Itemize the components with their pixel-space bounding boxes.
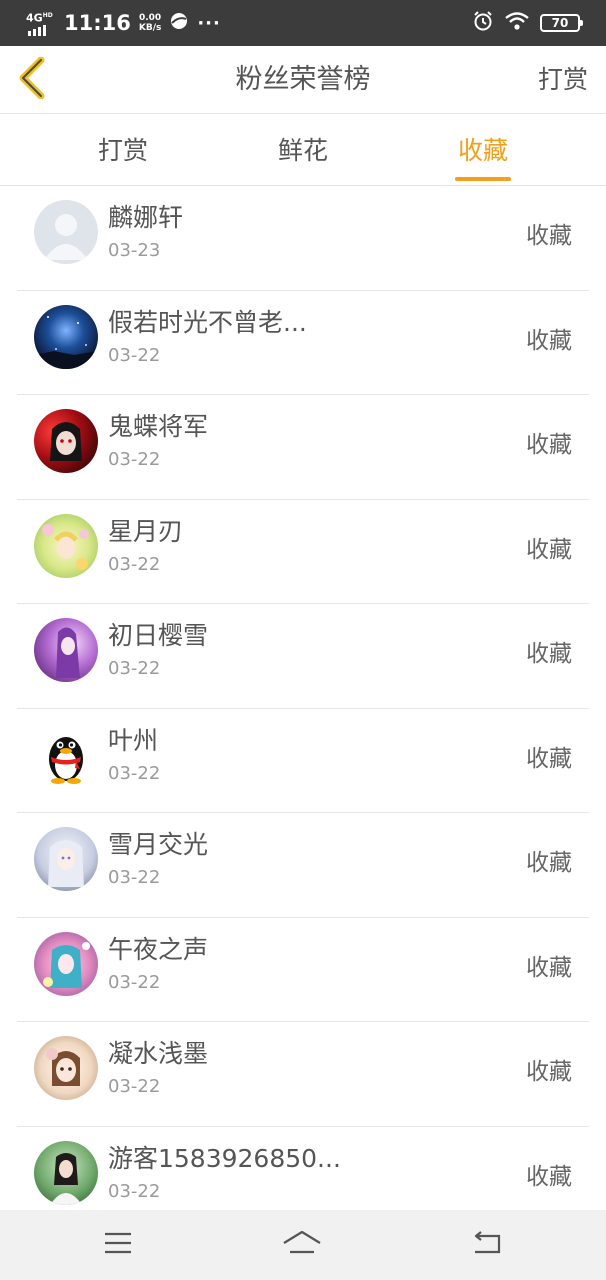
wifi-icon: [504, 11, 530, 35]
list-item[interactable]: 麟娜轩 03-23 收藏: [0, 186, 606, 291]
list-item[interactable]: 叶州 03-22 收藏: [0, 709, 606, 813]
status-time: 11:16: [64, 11, 131, 35]
fan-name: 雪月交光: [108, 830, 209, 859]
avatar[interactable]: [34, 722, 98, 787]
system-nav-bar: [0, 1210, 606, 1280]
avatar[interactable]: [34, 827, 98, 891]
browser-icon: [169, 11, 189, 35]
fan-date: 03-22: [108, 658, 161, 679]
page-title: 粉丝荣誉榜: [235, 64, 371, 95]
battery-icon: 70: [540, 14, 583, 32]
fan-list: 麟娜轩 03-23 收藏 假若时光不曾老... 03-22 收藏 鬼蝶将军 03…: [0, 186, 606, 1210]
list-item[interactable]: 游客1583926850... 03-22 收藏: [0, 1127, 606, 1211]
status-right: 70: [472, 10, 583, 36]
qq-penguin-icon: [49, 736, 83, 784]
list-item[interactable]: 凝水浅墨 03-22 收藏: [0, 1022, 606, 1127]
avatar[interactable]: [34, 304, 98, 369]
fan-date: 03-22: [108, 344, 161, 366]
fan-date: 03-22: [108, 867, 161, 888]
fan-name: 鬼蝶将军: [108, 412, 209, 441]
home-icon: [282, 1230, 322, 1260]
list-item[interactable]: 假若时光不曾老... 03-22 收藏: [0, 291, 606, 395]
network-speed: 0.00 KB/s: [138, 13, 162, 33]
avatar[interactable]: [34, 200, 98, 264]
fan-name: 凝水浅墨: [108, 1039, 209, 1068]
app-header: 粉丝荣誉榜 打赏: [0, 46, 606, 114]
fan-date: 03-22: [108, 762, 161, 784]
fan-name: 麟娜轩: [108, 203, 184, 232]
avatar[interactable]: [34, 409, 98, 473]
fan-name: 叶州: [108, 725, 159, 755]
avatar[interactable]: [34, 931, 98, 996]
back-icon: [471, 1230, 503, 1260]
fan-action-type: 收藏: [526, 327, 572, 354]
fan-date: 03-22: [108, 553, 161, 575]
active-tab-indicator: [455, 177, 511, 181]
back-chevron-icon: [17, 56, 47, 103]
fan-name: 游客1583926850...: [108, 1143, 341, 1173]
fan-action-type: 收藏: [526, 745, 572, 772]
list-item[interactable]: 星月刃 03-22 收藏: [0, 500, 606, 604]
avatar[interactable]: [34, 1036, 98, 1100]
status-bar: 4GHD 11:16 0.00 KB/s ··· 70: [0, 0, 606, 46]
tab-reward[interactable]: 打赏: [63, 115, 183, 186]
fan-action-type: 收藏: [526, 850, 572, 876]
fan-date: 03-22: [108, 1076, 161, 1097]
fan-action-type: 收藏: [526, 1163, 572, 1190]
list-item[interactable]: 鬼蝶将军 03-22 收藏: [0, 395, 606, 500]
fan-name: 初日樱雪: [108, 621, 209, 650]
back-button[interactable]: [10, 54, 54, 106]
tab-flowers[interactable]: 鲜花: [243, 115, 363, 186]
fan-date: 03-22: [108, 449, 161, 470]
fan-action-type: 收藏: [526, 641, 572, 667]
fan-name: 星月刃: [108, 516, 184, 546]
home-button[interactable]: [282, 1228, 322, 1262]
fan-action-type: 收藏: [526, 954, 572, 981]
fan-action-type: 收藏: [526, 536, 572, 563]
fan-name: 假若时光不曾老...: [108, 307, 307, 337]
fan-name: 午夜之声: [108, 934, 209, 964]
fan-action-type: 收藏: [526, 223, 572, 249]
menu-button[interactable]: [98, 1228, 138, 1262]
fan-action-type: 收藏: [526, 432, 572, 458]
signal-icon: 4GHD: [26, 10, 56, 36]
avatar[interactable]: [34, 618, 98, 682]
more-notifications: ···: [197, 12, 221, 34]
list-item[interactable]: 雪月交光 03-22 收藏: [0, 813, 606, 918]
back-nav-button[interactable]: [467, 1228, 507, 1262]
fan-date: 03-22: [108, 971, 161, 993]
avatar[interactable]: [34, 513, 98, 578]
list-item[interactable]: 午夜之声 03-22 收藏: [0, 918, 606, 1022]
reward-button[interactable]: 打赏: [538, 46, 588, 114]
avatar[interactable]: [34, 1140, 98, 1205]
tab-favorites[interactable]: 收藏: [423, 115, 543, 186]
alarm-icon: [472, 10, 494, 36]
tab-bar: 打赏 鲜花 收藏: [0, 115, 606, 186]
default-avatar-icon: [34, 200, 98, 264]
menu-icon: [103, 1231, 133, 1259]
fan-date: 03-23: [108, 240, 161, 261]
list-item[interactable]: 初日樱雪 03-22 收藏: [0, 604, 606, 709]
fan-date: 03-22: [108, 1180, 161, 1202]
status-left: 4GHD 11:16 0.00 KB/s ···: [26, 8, 221, 38]
fan-action-type: 收藏: [526, 1059, 572, 1085]
